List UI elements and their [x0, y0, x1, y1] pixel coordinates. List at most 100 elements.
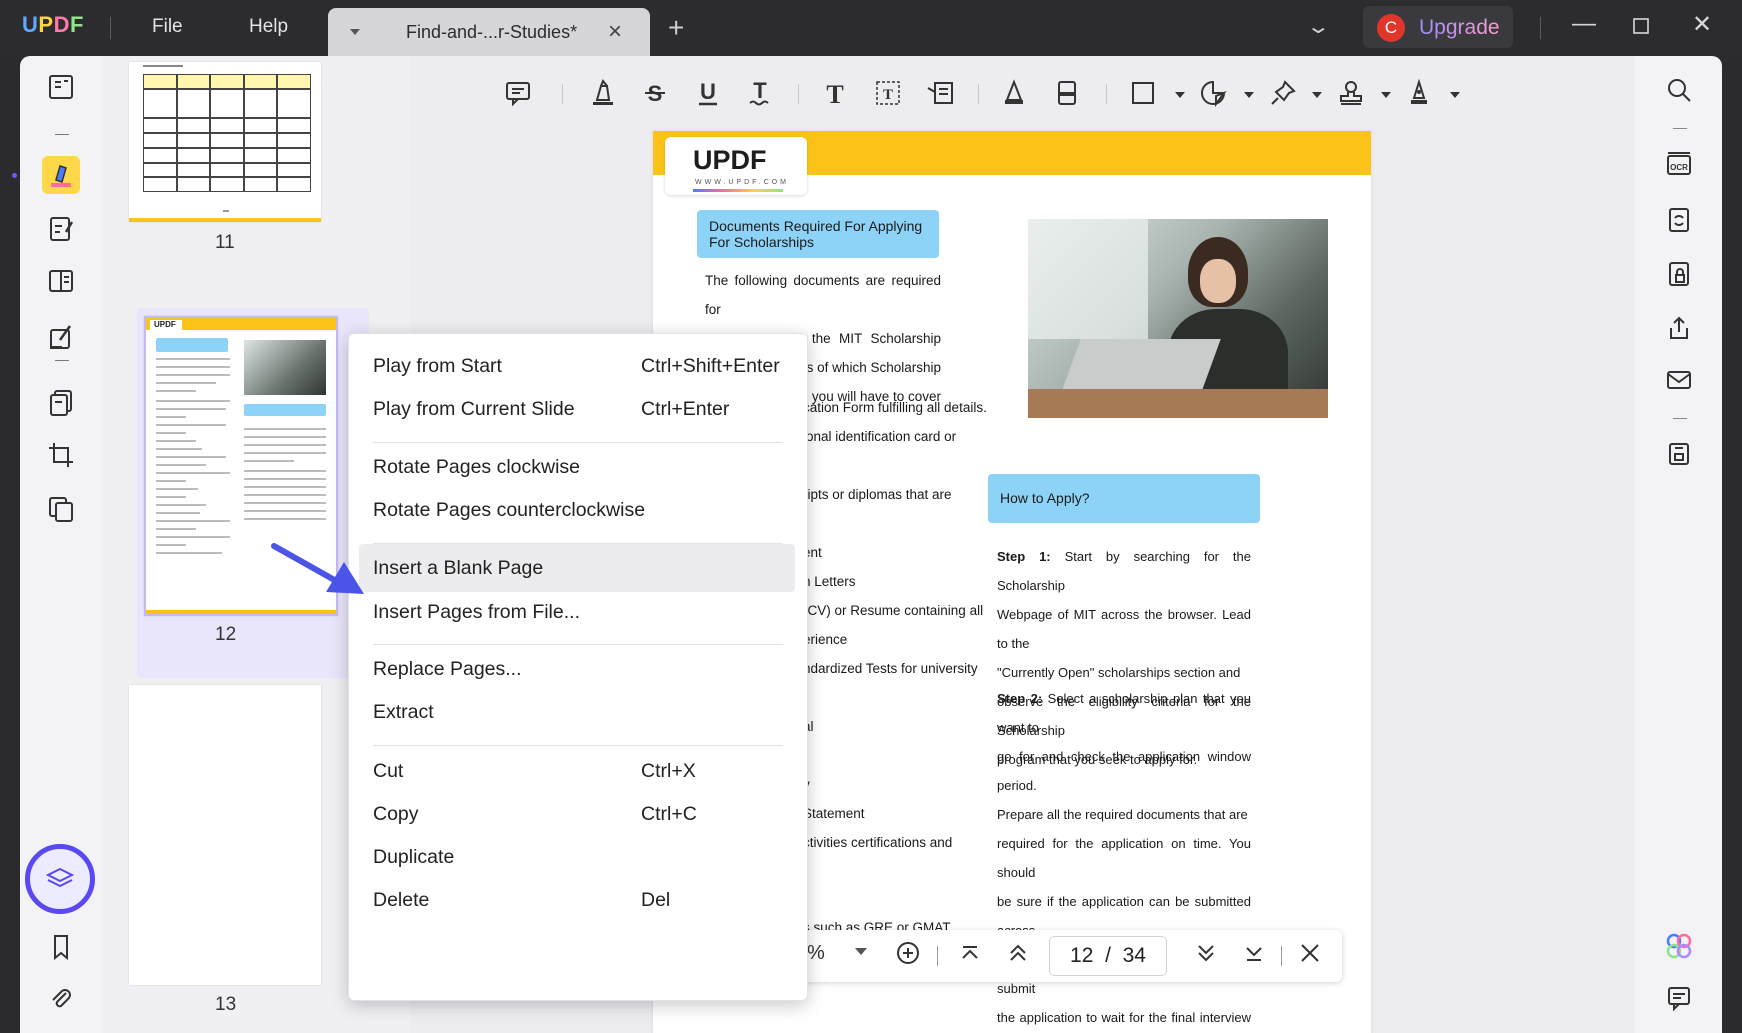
stamp-dropdown-icon[interactable]	[1381, 92, 1391, 98]
menu-copy[interactable]: Copy Ctrl+C	[359, 790, 795, 838]
page-layers-button[interactable]	[25, 844, 95, 914]
comments-panel-icon[interactable]	[1661, 980, 1697, 1016]
toolbar-separator	[1106, 84, 1107, 104]
highlight-icon[interactable]	[584, 74, 622, 112]
menu-insert-pages-from-file[interactable]: Insert Pages from File...	[359, 588, 795, 636]
last-page-icon[interactable]	[1241, 940, 1267, 972]
doc-list-fragment: n Letters	[803, 567, 856, 596]
stamp-icon[interactable]	[1332, 74, 1370, 112]
svg-text:T: T	[826, 80, 843, 108]
svg-text:OCR: OCR	[1670, 163, 1688, 172]
crop-icon[interactable]	[42, 436, 80, 474]
sticker-icon[interactable]	[1194, 74, 1232, 112]
fill-sign-icon[interactable]	[42, 318, 80, 356]
svg-text:T: T	[883, 87, 893, 103]
pin-icon[interactable]	[1264, 74, 1302, 112]
strikethrough-icon[interactable]: S	[636, 74, 674, 112]
thumbnail-page-13[interactable]	[129, 685, 321, 985]
signature-icon[interactable]	[1400, 74, 1438, 112]
avatar: C	[1377, 14, 1405, 42]
tab-dropdown-icon[interactable]	[350, 29, 360, 35]
menu-file[interactable]: File	[152, 16, 183, 38]
doc-heading-how-to-apply: How to Apply?	[988, 474, 1260, 523]
edit-pdf-icon[interactable]	[42, 210, 80, 248]
underline-icon[interactable]: U	[689, 74, 727, 112]
pagebar-separator	[937, 946, 938, 966]
chevron-down-icon[interactable]: ⌄	[1306, 14, 1331, 39]
title-separator	[1540, 17, 1541, 39]
zoom-value[interactable]: %	[807, 942, 825, 965]
minimize-icon[interactable]: —	[1572, 10, 1596, 38]
close-pagebar-icon[interactable]	[1297, 940, 1323, 972]
signature-dropdown-icon[interactable]	[1450, 92, 1460, 98]
squiggly-icon[interactable]: T	[741, 74, 779, 112]
share-icon[interactable]	[1661, 310, 1697, 346]
doc-list-fragment: cation Form fulfilling all details.	[803, 393, 987, 422]
menu-rotate-counterclockwise[interactable]: Rotate Pages counterclockwise	[359, 486, 795, 534]
document-tab[interactable]: Find-and-...r-Studies* ×	[328, 8, 650, 56]
search-icon[interactable]	[1661, 72, 1697, 108]
eraser-icon[interactable]	[1048, 74, 1086, 112]
zoom-in-icon[interactable]	[895, 940, 921, 972]
zoom-dropdown-icon[interactable]	[855, 948, 867, 955]
bookmark-icon[interactable]	[42, 928, 80, 966]
sticker-dropdown-icon[interactable]	[1244, 92, 1254, 98]
pencil-icon[interactable]	[995, 74, 1033, 112]
page-number-input[interactable]: 12 / 34	[1049, 936, 1167, 976]
doc-list-fragment: (CV) or Resume containing all	[803, 596, 983, 625]
annotation-toolbar: S U T T T	[410, 56, 1635, 130]
menu-replace-pages[interactable]: Replace Pages...	[359, 645, 795, 693]
comment-icon[interactable]	[499, 74, 537, 112]
window-edge	[1722, 56, 1742, 1033]
menu-help[interactable]: Help	[249, 16, 288, 38]
tab-close-icon[interactable]: ×	[608, 18, 622, 46]
thumbnail-number-13: 13	[215, 994, 236, 1016]
pin-dropdown-icon[interactable]	[1312, 92, 1322, 98]
email-icon[interactable]	[1661, 362, 1697, 398]
menu-delete[interactable]: Delete Del	[359, 876, 795, 924]
comment-highlighter-icon[interactable]	[42, 156, 80, 194]
organize-pages-icon[interactable]	[42, 384, 80, 422]
rail-divider	[55, 134, 69, 135]
ai-assistant-icon[interactable]	[1661, 928, 1697, 964]
copy-pages-icon[interactable]	[42, 490, 80, 528]
maximize-icon[interactable]	[1632, 14, 1650, 42]
ocr-icon[interactable]: OCR	[1661, 146, 1697, 182]
upgrade-label: Upgrade	[1419, 16, 1500, 40]
doc-list-fragment: Statement	[803, 799, 865, 828]
shape-dropdown-icon[interactable]	[1175, 92, 1185, 98]
text-callout-icon[interactable]	[922, 74, 960, 112]
previous-page-icon[interactable]	[1005, 940, 1031, 972]
close-window-icon[interactable]: ✕	[1692, 10, 1712, 39]
menu-separator	[373, 745, 783, 746]
doc-logo: UPDF WWW.UPDF.COM	[665, 137, 807, 195]
thumbnail-number-12: 12	[215, 624, 236, 646]
new-tab-icon[interactable]: +	[668, 12, 684, 44]
pagebar-separator	[1281, 946, 1282, 966]
next-page-icon[interactable]	[1193, 940, 1219, 972]
menu-play-from-current-slide[interactable]: Play from Current Slide Ctrl+Enter	[359, 385, 795, 433]
text-box-icon[interactable]: T	[869, 74, 907, 112]
shape-rectangle-icon[interactable]	[1124, 74, 1162, 112]
convert-icon[interactable]	[1661, 202, 1697, 238]
right-tool-rail: OCR	[1635, 56, 1722, 1033]
menu-extract[interactable]: Extract	[359, 688, 795, 736]
svg-text:T: T	[753, 78, 767, 103]
first-page-icon[interactable]	[957, 940, 983, 972]
menu-duplicate[interactable]: Duplicate	[359, 833, 795, 881]
attachment-icon[interactable]	[42, 980, 80, 1018]
menu-rotate-clockwise[interactable]: Rotate Pages clockwise	[359, 443, 795, 491]
protect-icon[interactable]	[1661, 256, 1697, 292]
menu-insert-blank-page[interactable]: Insert a Blank Page	[359, 544, 795, 592]
doc-list-fragment: erience	[803, 625, 847, 654]
menu-cut[interactable]: Cut Ctrl+X	[359, 747, 795, 795]
reader-icon[interactable]	[42, 68, 80, 106]
toolbar-separator	[798, 84, 799, 104]
text-icon[interactable]: T	[816, 74, 854, 112]
doc-list-fragment: ripts or diplomas that are	[803, 480, 952, 509]
save-icon[interactable]	[1661, 436, 1697, 472]
thumbnail-page-11[interactable]	[129, 62, 321, 222]
menu-play-from-start[interactable]: Play from Start Ctrl+Shift+Enter	[359, 342, 795, 390]
form-icon[interactable]	[42, 262, 80, 300]
upgrade-button[interactable]: C Upgrade	[1363, 6, 1513, 48]
